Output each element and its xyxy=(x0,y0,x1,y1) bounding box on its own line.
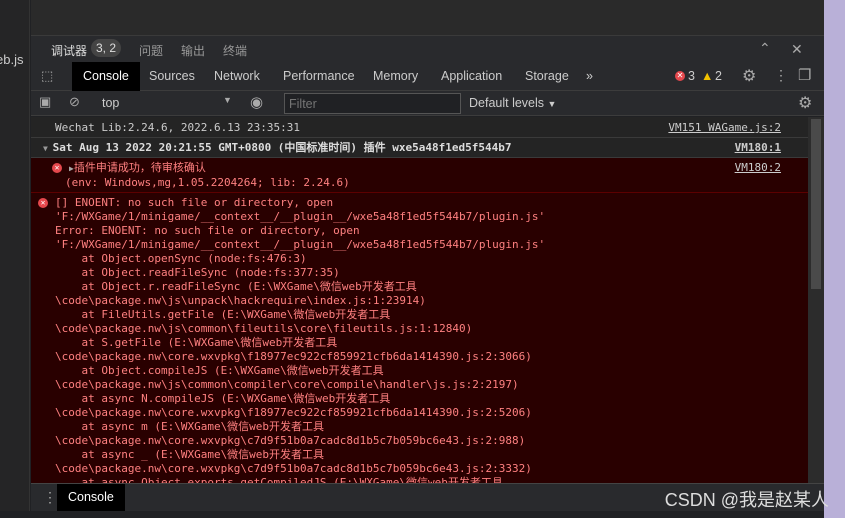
watermark: CSDN @我是赵某人 xyxy=(664,490,829,510)
log-levels-label: Default levels xyxy=(469,96,545,110)
log-levels-select[interactable]: Default levels ▼ xyxy=(469,96,556,110)
message-text: 插件申请成功，待审核确认 xyxy=(73,161,206,174)
devtools-tabs: ⬚ Console Sources Network Performance Me… xyxy=(31,62,824,91)
panel-header: 调试器 3, 2 问题 输出 终端 ⌃ ✕ xyxy=(31,36,824,64)
warning-icon: ▲ xyxy=(701,69,714,83)
context-select[interactable]: top xyxy=(102,96,119,110)
stack-line: at Object.readFileSync (node:fs:377:35) xyxy=(55,266,340,279)
error-icon: ✕ xyxy=(52,163,62,173)
error-icon: ✕ xyxy=(38,198,48,208)
tab-output[interactable]: 输出 xyxy=(181,42,205,59)
tab-console[interactable]: Console xyxy=(72,62,140,91)
eye-icon[interactable]: ◉ xyxy=(250,93,263,111)
stack-line: at async _ (E:\WXGame\微信web开发者工具 xyxy=(55,448,325,461)
more-tabs-icon[interactable]: » xyxy=(586,62,593,91)
source-link[interactable]: VM180:1 xyxy=(735,141,781,155)
warning-count[interactable]: 2 xyxy=(715,62,722,91)
tab-problems[interactable]: 问题 xyxy=(139,42,163,59)
chevron-up-icon[interactable]: ⌃ xyxy=(759,40,771,57)
stack-line: \code\package.nw\core.wxvpkg\c7d9f51b0a7… xyxy=(55,434,526,447)
chevron-down-icon[interactable]: ▼ xyxy=(223,95,232,105)
log-group[interactable]: ▼ Sat Aug 13 2022 20:21:55 GMT+0800 (中国标… xyxy=(31,138,808,158)
log-message: Wechat Lib:2.24.6, 2022.6.13 23:35:31 VM… xyxy=(31,117,808,138)
error-message: ✕ ▶插件申请成功，待审核确认 (env: Windows,mg,1.05.22… xyxy=(31,158,808,193)
tab-memory[interactable]: Memory xyxy=(373,62,418,91)
console-scrollbar[interactable] xyxy=(808,117,824,483)
dock-icon[interactable]: ❐ xyxy=(798,66,811,84)
tab-sources[interactable]: Sources xyxy=(149,62,195,91)
stack-line: at Object.openSync (node:fs:476:3) xyxy=(55,252,307,265)
error-icon: ✕ xyxy=(675,71,685,81)
expand-triangle-icon[interactable]: ▼ xyxy=(43,144,53,153)
close-icon[interactable]: ✕ xyxy=(791,41,803,58)
message-text: Wechat Lib:2.24.6, 2022.6.13 23:35:31 xyxy=(55,121,301,134)
stack-line: at async N.compileJS (E:\WXGame\微信web开发者… xyxy=(55,392,391,405)
stack-line: 'F:/WXGame/1/minigame/__context__/__plug… xyxy=(55,210,546,223)
console-settings-icon[interactable]: ⚙ xyxy=(798,93,812,113)
group-title: Sat Aug 13 2022 20:21:55 GMT+0800 (中国标准时… xyxy=(52,141,512,154)
filter-input[interactable] xyxy=(284,93,461,114)
stack-line: \code\package.nw\core.wxvpkg\f18977ec922… xyxy=(55,350,532,363)
console-output: Wechat Lib:2.24.6, 2022.6.13 23:35:31 VM… xyxy=(31,117,808,483)
tab-network[interactable]: Network xyxy=(214,62,260,91)
stack-line: \code\package.nw\js\common\compiler\core… xyxy=(55,378,519,391)
stack-line: 'F:/WXGame/1/minigame/__context__/__plug… xyxy=(55,238,546,251)
tab-performance[interactable]: Performance xyxy=(283,62,355,91)
stack-line: at async Object.exports.getCompiledJS (E… xyxy=(55,476,503,483)
stack-line: at FileUtils.getFile (E:\WXGame\微信web开发者… xyxy=(55,308,391,321)
inspect-element-icon[interactable]: ⬚ xyxy=(41,68,53,84)
editor-sidebar: eb.js xyxy=(0,0,30,518)
stack-line: [] ENOENT: no such file or directory, op… xyxy=(55,196,334,209)
stack-line: at Object.compileJS (E:\WXGame\微信web开发者工… xyxy=(55,364,384,377)
message-env: (env: Windows,mg,1.05.2204264; lib: 2.24… xyxy=(65,176,350,189)
source-link[interactable]: VM151 WAGame.js:2 xyxy=(668,121,781,135)
stack-line: \code\package.nw\js\common\fileutils\cor… xyxy=(55,322,473,335)
scrollbar-thumb[interactable] xyxy=(811,119,821,289)
stack-line: \code\package.nw\core.wxvpkg\c7d9f51b0a7… xyxy=(55,462,532,475)
drawer-menu-icon[interactable]: ⋮ xyxy=(43,489,57,506)
console-toolbar: ▣ ⊘ top ▼ ◉ Default levels ▼ ⚙ xyxy=(31,91,824,116)
stack-line: \code\package.nw\core.wxvpkg\f18977ec922… xyxy=(55,406,532,419)
window-edge xyxy=(824,0,845,518)
stack-line: \code\package.nw\js\unpack\hackrequire\i… xyxy=(55,294,426,307)
stack-line: at S.getFile (E:\WXGame\微信web开发者工具 xyxy=(55,336,338,349)
source-link[interactable]: VM180:2 xyxy=(735,161,781,175)
debugger-count-badge: 3, 2 xyxy=(91,39,122,57)
tab-terminal[interactable]: 终端 xyxy=(223,42,247,59)
stack-line: Error: ENOENT: no such file or directory… xyxy=(55,224,360,237)
stack-line: at Object.r.readFileSync (E:\WXGame\微信we… xyxy=(55,280,417,293)
stack-line: at async m (E:\WXGame\微信web开发者工具 xyxy=(55,420,325,433)
tab-storage[interactable]: Storage xyxy=(525,62,569,91)
sidebar-toggle-icon[interactable]: ▣ xyxy=(39,94,51,110)
tab-application[interactable]: Application xyxy=(441,62,502,91)
status-strip xyxy=(0,511,824,518)
top-bar xyxy=(31,0,824,36)
error-message: ✕ [] ENOENT: no such file or directory, … xyxy=(31,193,808,483)
clear-console-icon[interactable]: ⊘ xyxy=(69,94,80,110)
drawer-tab-console[interactable]: Console xyxy=(57,484,125,511)
file-tab[interactable]: eb.js xyxy=(0,52,23,67)
more-options-icon[interactable]: ⋮ xyxy=(774,67,788,84)
tab-debugger[interactable]: 调试器 xyxy=(51,42,88,64)
error-count[interactable]: 3 xyxy=(688,62,695,91)
settings-icon[interactable]: ⚙ xyxy=(742,66,756,86)
